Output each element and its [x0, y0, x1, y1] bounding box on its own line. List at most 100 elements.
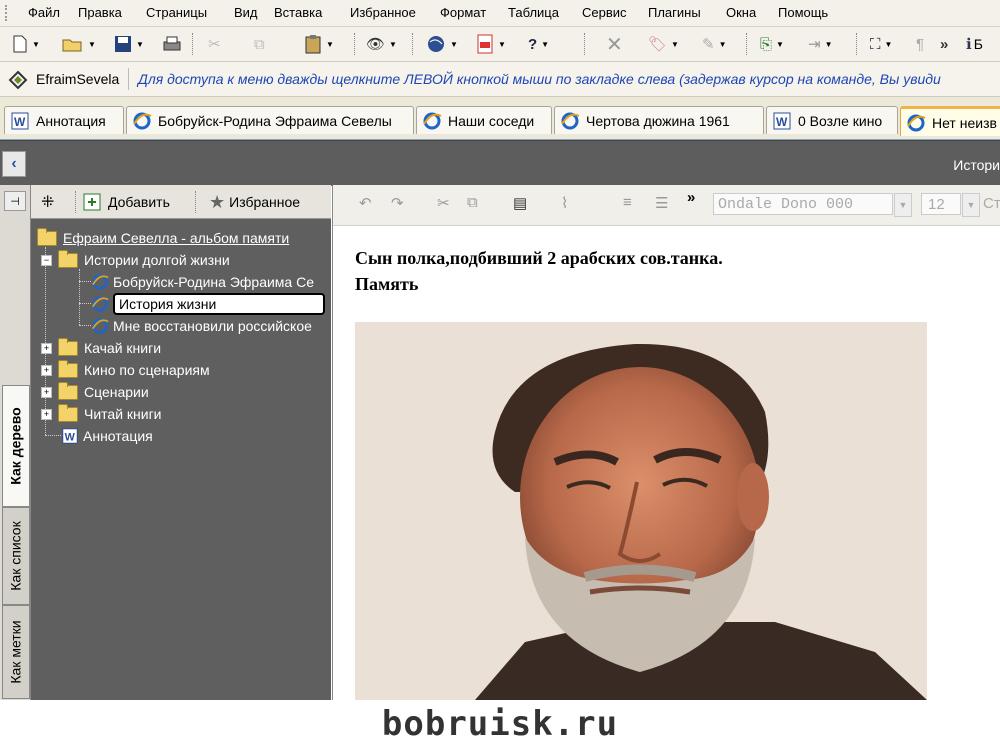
- tab-bobruisk[interactable]: Бобруйск-Родина Эфраима Севелы: [126, 106, 414, 134]
- align-justify-button[interactable]: ☰: [655, 194, 668, 212]
- add-label: Добавить: [108, 194, 170, 210]
- menu-view[interactable]: Вид: [234, 5, 258, 20]
- undo-icon: ↶: [359, 195, 372, 212]
- ie-icon: [561, 112, 580, 129]
- pin-icon: ⊣: [10, 195, 20, 208]
- tab-annotation[interactable]: W Аннотация: [4, 106, 124, 134]
- cut-button[interactable]: ✂: [208, 33, 221, 55]
- address-separator: [128, 68, 129, 90]
- tree-root[interactable]: Ефраим Севелла - альбом памяти: [37, 227, 289, 248]
- paste-button[interactable]: ▤: [513, 194, 527, 212]
- align-justify-icon: ☰: [655, 195, 669, 212]
- redo-button[interactable]: ↷: [391, 194, 404, 212]
- mark-button[interactable]: ¶: [916, 33, 924, 55]
- copy-button[interactable]: ⧉: [254, 33, 265, 55]
- web-button[interactable]: ▼: [426, 33, 458, 55]
- toolbar-separator: [195, 191, 197, 213]
- collapse-icon[interactable]: −: [41, 254, 52, 266]
- toolbar-separator: [746, 33, 748, 55]
- tab-unknown[interactable]: Нет неизв: [900, 106, 1000, 136]
- tree-item-life-story[interactable]: История жизни: [91, 293, 325, 315]
- menu-help[interactable]: Помощь: [778, 5, 828, 20]
- pin-button[interactable]: ⊣: [4, 191, 26, 211]
- menu-favorites[interactable]: Избранное: [350, 5, 416, 20]
- menu-table[interactable]: Таблица: [508, 5, 559, 20]
- copy-button[interactable]: ⧉: [467, 194, 478, 211]
- menu-format[interactable]: Формат: [440, 5, 486, 20]
- tree-folder-download-books[interactable]: + Качай книги: [41, 337, 161, 358]
- menu-edit[interactable]: Правка: [78, 5, 122, 20]
- toolbar-separator: [584, 33, 586, 55]
- expand-icon[interactable]: +: [41, 408, 52, 420]
- document-tabs: W Аннотация Бобруйск-Родина Эфраима Севе…: [0, 97, 1000, 141]
- mark-icon: ¶: [916, 35, 925, 53]
- font-select[interactable]: Ondale Dono 000: [713, 193, 893, 215]
- collection-name[interactable]: EfraimSevela: [36, 71, 119, 87]
- tool-button[interactable]: ✎ ▼: [702, 33, 727, 55]
- format-painter-button[interactable]: ⌇: [561, 194, 568, 212]
- document-icon: W: [773, 112, 791, 129]
- collapse-panel-button[interactable]: ‹: [2, 151, 26, 177]
- tab-devil-dozen[interactable]: Чертова дюжина 1961: [554, 106, 764, 134]
- tab-neighbors[interactable]: Наши соседи: [416, 106, 552, 134]
- tree-item-restored[interactable]: Мне восстановили российское: [91, 316, 312, 336]
- menu-grip[interactable]: [5, 5, 10, 21]
- font-dropdown-button[interactable]: ▼: [894, 193, 912, 217]
- help-button[interactable]: ? ▼: [528, 33, 549, 55]
- wand-icon: ✎: [702, 36, 715, 53]
- pdf-button[interactable]: ▼: [476, 33, 506, 55]
- favorites-button[interactable]: ★ Избранное: [209, 191, 300, 213]
- import-button[interactable]: ⎘ ▼: [760, 33, 784, 55]
- tab-label: Как метки: [8, 620, 25, 684]
- add-button[interactable]: Добавить: [83, 191, 170, 213]
- binoculars-icon: ⛶: [870, 35, 881, 53]
- tree-folder-scripts-cinema[interactable]: + Кино по сценариям: [41, 359, 210, 380]
- editor-overflow[interactable]: »: [687, 189, 695, 206]
- open-button[interactable]: ▼: [62, 33, 96, 55]
- tab-as-tree[interactable]: Как дерево: [2, 385, 30, 507]
- expand-icon[interactable]: +: [41, 342, 52, 354]
- font-size-select[interactable]: 12: [921, 193, 961, 215]
- tree-settings-button[interactable]: ⁜: [41, 191, 54, 213]
- undo-button[interactable]: ↶: [359, 194, 372, 212]
- close-x-icon: ✕: [606, 33, 623, 56]
- save-button[interactable]: ▼: [114, 33, 144, 55]
- info-button[interactable]: ℹБ: [966, 33, 983, 55]
- tab-as-list[interactable]: Как список: [2, 507, 30, 605]
- find-button[interactable]: ⛶ ▼: [870, 33, 892, 55]
- menu-pages[interactable]: Страницы: [146, 5, 207, 20]
- print-button[interactable]: [162, 33, 182, 55]
- expand-icon[interactable]: +: [41, 386, 52, 398]
- globe-icon: [428, 36, 444, 52]
- export-button[interactable]: ⇥ ▼: [808, 33, 833, 55]
- tag-button[interactable]: 🏷 ▼: [648, 33, 679, 55]
- format-painter-icon: ⌇: [561, 195, 569, 212]
- address-bar: EfraimSevela Для доступа к меню дважды щ…: [0, 62, 1000, 97]
- toolbar-overflow[interactable]: »: [940, 33, 948, 55]
- menu-file[interactable]: Файл: [28, 5, 60, 20]
- tree-folder-label: Читай книги: [84, 406, 162, 422]
- tree-folder-read-books[interactable]: + Читай книги: [41, 403, 162, 424]
- tree-item-bobruisk[interactable]: Бобруйск-Родина Эфраима Се: [91, 272, 314, 292]
- tree-folder-scripts[interactable]: + Сценарии: [41, 381, 149, 402]
- delete-button[interactable]: ✕: [606, 33, 623, 56]
- style-select[interactable]: Ст: [983, 195, 1000, 212]
- folder-icon: [58, 337, 78, 356]
- tree-group[interactable]: − Истории долгой жизни: [41, 249, 230, 270]
- new-document-button[interactable]: ▼: [12, 33, 40, 55]
- menu-service[interactable]: Сервис: [582, 5, 627, 20]
- tab-as-marks[interactable]: Как метки: [2, 605, 30, 699]
- pdf-icon: [477, 34, 493, 54]
- paste-button[interactable]: ▼: [304, 33, 334, 55]
- menu-plugins[interactable]: Плагины: [648, 5, 701, 20]
- menu-windows[interactable]: Окна: [726, 5, 756, 20]
- tree-item-annotation[interactable]: W Аннотация: [61, 426, 153, 446]
- tab-near-cinema[interactable]: W 0 Возле кино: [766, 106, 898, 134]
- view-button[interactable]: 👁 ▼: [366, 33, 397, 55]
- align-left-button[interactable]: ≡: [623, 194, 632, 211]
- new-document-icon: [13, 35, 27, 53]
- menu-insert[interactable]: Вставка: [274, 5, 322, 20]
- size-dropdown-button[interactable]: ▼: [962, 193, 980, 217]
- cut-button[interactable]: ✂: [437, 194, 450, 212]
- expand-icon[interactable]: +: [41, 364, 52, 376]
